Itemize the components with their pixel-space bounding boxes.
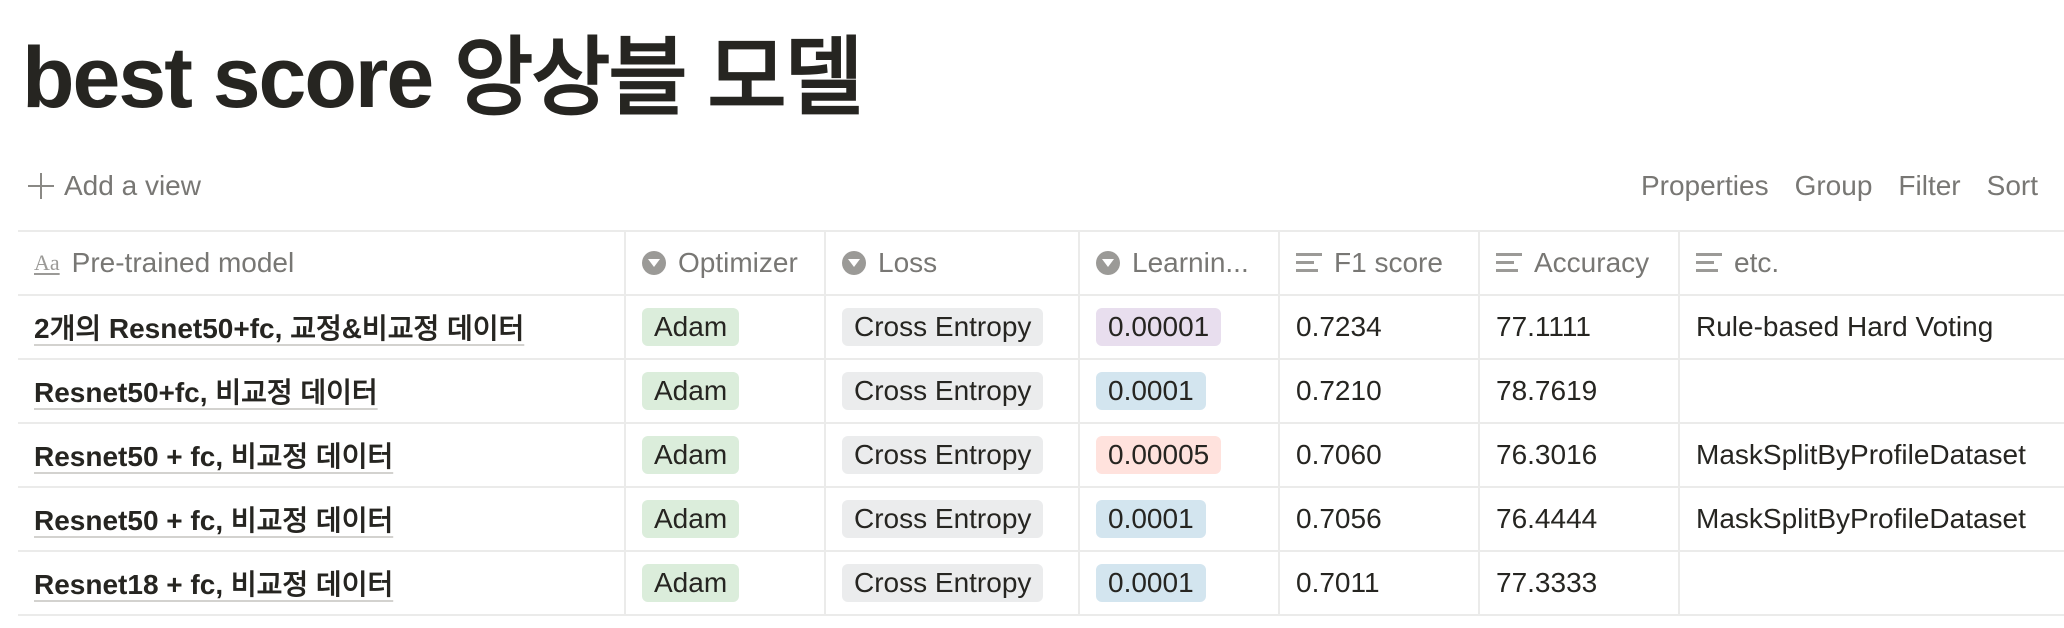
f1-score-cell[interactable]: 0.7234: [1279, 294, 1480, 360]
model-cell[interactable]: Resnet50 + fc, 비교정 데이터: [18, 486, 626, 552]
sort-button[interactable]: Sort: [1987, 170, 2038, 202]
model-name[interactable]: Resnet50+fc, 비교정 데이터: [34, 377, 378, 408]
table-row[interactable]: Resnet50 + fc, 비교정 데이터 Adam Cross Entrop…: [18, 422, 2064, 488]
view-toolbar: Add a view Properties Group Filter Sort: [18, 160, 2064, 212]
learning-rate-cell[interactable]: 0.0001: [1079, 550, 1280, 616]
column-label: Pre-trained model: [71, 247, 295, 278]
select-property-icon: [642, 251, 666, 275]
loss-cell[interactable]: Cross Entropy: [825, 294, 1080, 360]
model-cell[interactable]: Resnet50 + fc, 비교정 데이터: [18, 422, 626, 488]
learning-rate-cell[interactable]: 0.0001: [1079, 358, 1280, 424]
etc-cell[interactable]: Rule-based Hard Voting: [1679, 294, 2064, 360]
select-property-icon: [1096, 251, 1120, 275]
table-header-row: Aa Pre-trained model Optimizer Loss Lear…: [18, 230, 2064, 296]
column-label: etc.: [1734, 247, 1780, 278]
model-name[interactable]: Resnet18 + fc, 비교정 데이터: [34, 569, 393, 600]
loss-cell[interactable]: Cross Entropy: [825, 422, 1080, 488]
column-label: F1 score: [1334, 247, 1443, 278]
loss-tag: Cross Entropy: [842, 436, 1044, 474]
learning-rate-tag: 0.00005: [1096, 436, 1222, 474]
etc-cell[interactable]: MaskSplitByProfileDataset: [1679, 486, 2064, 552]
column-header-optimizer[interactable]: Optimizer: [625, 230, 826, 296]
model-cell[interactable]: Resnet18 + fc, 비교정 데이터: [18, 550, 626, 616]
etc-cell[interactable]: [1679, 358, 2064, 424]
add-view-button[interactable]: Add a view: [28, 170, 201, 202]
table-row[interactable]: 2개의 Resnet50+fc, 교정&비교정 데이터 Adam Cross E…: [18, 294, 2064, 360]
loss-tag: Cross Entropy: [842, 308, 1044, 346]
f1-score-cell[interactable]: 0.7011: [1279, 550, 1480, 616]
learning-rate-tag: 0.0001: [1096, 500, 1206, 538]
loss-tag: Cross Entropy: [842, 372, 1044, 410]
learning-rate-tag: 0.0001: [1096, 372, 1206, 410]
model-name[interactable]: Resnet50 + fc, 비교정 데이터: [34, 505, 393, 536]
accuracy-cell[interactable]: 77.3333: [1479, 550, 1680, 616]
text-property-icon: Aa: [34, 250, 60, 275]
column-header-accuracy[interactable]: Accuracy: [1479, 230, 1680, 296]
column-header-model[interactable]: Aa Pre-trained model: [18, 230, 626, 296]
group-button[interactable]: Group: [1795, 170, 1873, 202]
properties-button[interactable]: Properties: [1641, 170, 1769, 202]
column-header-f1-score[interactable]: F1 score: [1279, 230, 1480, 296]
optimizer-tag: Adam: [642, 372, 740, 410]
select-property-icon: [842, 251, 866, 275]
table-row[interactable]: Resnet18 + fc, 비교정 데이터 Adam Cross Entrop…: [18, 550, 2064, 616]
loss-tag: Cross Entropy: [842, 564, 1044, 602]
column-label: Accuracy: [1534, 247, 1650, 278]
table-row[interactable]: Resnet50+fc, 비교정 데이터 Adam Cross Entropy …: [18, 358, 2064, 424]
filter-button[interactable]: Filter: [1898, 170, 1960, 202]
model-cell[interactable]: Resnet50+fc, 비교정 데이터: [18, 358, 626, 424]
text-lines-icon: [1696, 253, 1722, 273]
loss-cell[interactable]: Cross Entropy: [825, 358, 1080, 424]
page-title: best score 앙상블 모델: [22, 30, 864, 126]
text-lines-icon: [1496, 253, 1522, 273]
accuracy-cell[interactable]: 76.3016: [1479, 422, 1680, 488]
f1-score-cell[interactable]: 0.7056: [1279, 486, 1480, 552]
accuracy-cell[interactable]: 76.4444: [1479, 486, 1680, 552]
column-label: Optimizer: [678, 247, 798, 278]
optimizer-cell[interactable]: Adam: [625, 358, 826, 424]
accuracy-cell[interactable]: 78.7619: [1479, 358, 1680, 424]
accuracy-cell[interactable]: 77.1111: [1479, 294, 1680, 360]
f1-score-cell[interactable]: 0.7060: [1279, 422, 1480, 488]
optimizer-cell[interactable]: Adam: [625, 422, 826, 488]
loss-cell[interactable]: Cross Entropy: [825, 550, 1080, 616]
add-view-label: Add a view: [64, 170, 201, 201]
plus-icon: [28, 173, 54, 199]
column-header-learning-rate[interactable]: Learnin...: [1079, 230, 1280, 296]
column-header-etc[interactable]: etc.: [1679, 230, 2064, 296]
learning-rate-cell[interactable]: 0.00005: [1079, 422, 1280, 488]
loss-cell[interactable]: Cross Entropy: [825, 486, 1080, 552]
learning-rate-tag: 0.0001: [1096, 564, 1206, 602]
etc-cell[interactable]: [1679, 550, 2064, 616]
model-name[interactable]: Resnet50 + fc, 비교정 데이터: [34, 441, 393, 472]
f1-score-cell[interactable]: 0.7210: [1279, 358, 1480, 424]
text-lines-icon: [1296, 253, 1322, 273]
learning-rate-tag: 0.00001: [1096, 308, 1222, 346]
table-row[interactable]: Resnet50 + fc, 비교정 데이터 Adam Cross Entrop…: [18, 486, 2064, 552]
optimizer-cell[interactable]: Adam: [625, 550, 826, 616]
column-header-loss[interactable]: Loss: [825, 230, 1080, 296]
model-name[interactable]: 2개의 Resnet50+fc, 교정&비교정 데이터: [34, 313, 524, 344]
optimizer-tag: Adam: [642, 564, 740, 602]
optimizer-tag: Adam: [642, 308, 740, 346]
optimizer-tag: Adam: [642, 436, 740, 474]
learning-rate-cell[interactable]: 0.00001: [1079, 294, 1280, 360]
view-actions: Properties Group Filter Sort: [1641, 170, 2038, 202]
column-label: Loss: [878, 247, 938, 278]
optimizer-cell[interactable]: Adam: [625, 294, 826, 360]
loss-tag: Cross Entropy: [842, 500, 1044, 538]
model-cell[interactable]: 2개의 Resnet50+fc, 교정&비교정 데이터: [18, 294, 626, 360]
optimizer-tag: Adam: [642, 500, 740, 538]
learning-rate-cell[interactable]: 0.0001: [1079, 486, 1280, 552]
column-label: Learnin...: [1132, 247, 1249, 278]
database-table: Aa Pre-trained model Optimizer Loss Lear…: [18, 230, 2064, 616]
etc-cell[interactable]: MaskSplitByProfileDataset: [1679, 422, 2064, 488]
optimizer-cell[interactable]: Adam: [625, 486, 826, 552]
